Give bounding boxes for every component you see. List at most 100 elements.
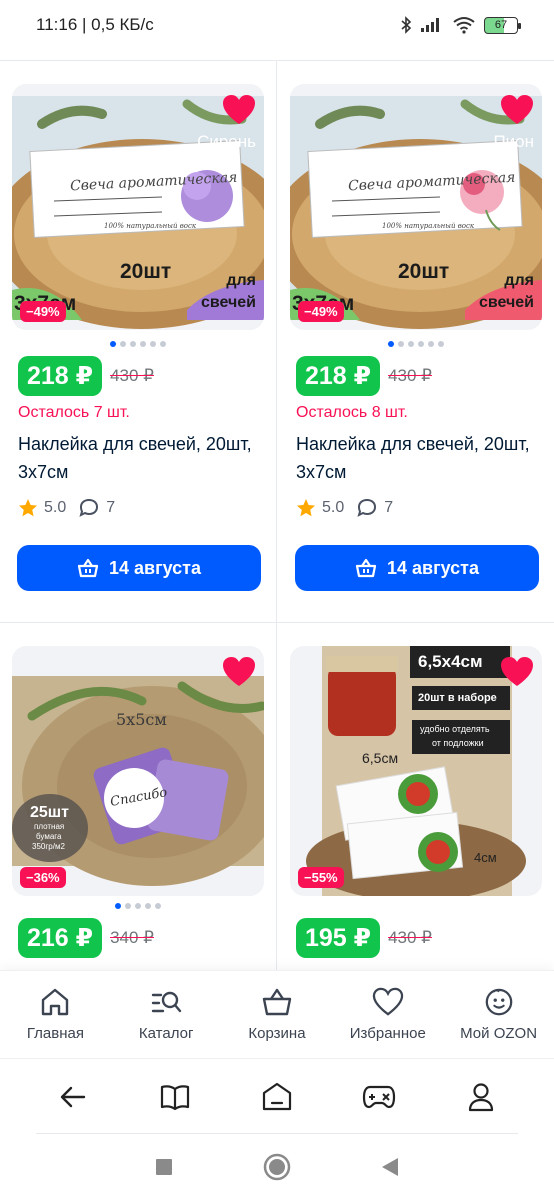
top-divider	[0, 60, 554, 61]
old-price: 430 ₽	[388, 928, 432, 947]
favorite-heart-icon[interactable]	[500, 94, 534, 126]
product-image[interactable]: Свеча ароматическая 100% натуральный вос…	[12, 84, 264, 330]
tab-label: Мой OZON	[460, 1025, 538, 1042]
count-text: 20шт	[398, 260, 450, 283]
profile-button[interactable]	[459, 1075, 503, 1119]
home-icon	[42, 988, 69, 1016]
price-row: 216 ₽ 340 ₽	[18, 918, 154, 958]
dimension-width: 6,5см	[362, 750, 399, 766]
product-image[interactable]: 6,5х4см 20шт в наборе удобно отделять от…	[290, 646, 542, 896]
size-text: 6,5х4см	[418, 652, 483, 671]
discount-badge: −49%	[20, 301, 66, 322]
rating-value: 5.0	[322, 499, 345, 516]
for-text-1: для	[504, 272, 534, 289]
reader-button[interactable]	[153, 1075, 197, 1119]
reviews-count: 7	[384, 499, 394, 516]
stock-left: Осталось 8 шт.	[296, 404, 408, 421]
old-price: 430 ₽	[110, 366, 154, 385]
column-divider	[276, 60, 277, 970]
discount-badge: −36%	[20, 867, 66, 888]
add-to-cart-button[interactable]: 14 августа	[295, 545, 539, 591]
product-image[interactable]: 5х5см Спасибо 25шт плотная бумага 350гр/…	[12, 646, 264, 896]
count-sub-1: плотная	[34, 822, 65, 831]
book-icon	[160, 1084, 190, 1110]
recents-square-icon[interactable]	[155, 1158, 173, 1176]
status-bar: 11:16 | 0,5 КБ/с 67	[0, 0, 554, 50]
tab-my-ozon[interactable]: Мой OZON	[443, 971, 554, 1058]
product-card[interactable]: 6,5х4см 20шт в наборе удобно отделять от…	[290, 646, 542, 970]
price-row: 218 ₽ 430 ₽	[296, 356, 432, 396]
delivery-date: 14 августа	[109, 557, 201, 578]
star-icon	[19, 499, 37, 517]
favorite-heart-icon[interactable]	[222, 94, 256, 126]
product-title[interactable]: Наклейка для свечей, 20шт, 3х7см	[296, 430, 536, 486]
tab-label: Корзина	[248, 1025, 306, 1042]
system-navigation-bar	[0, 1134, 554, 1200]
tab-label: Каталог	[138, 1025, 194, 1042]
for-text-2: свечей	[200, 294, 256, 311]
count-sub-2: бумага	[36, 832, 62, 841]
current-price: 195 ₽	[296, 918, 381, 958]
rating-value: 5.0	[44, 499, 67, 516]
star-icon	[297, 499, 315, 517]
rating-row: 5.0 7	[18, 498, 115, 518]
signal-icon	[421, 18, 439, 32]
current-price: 218 ₽	[18, 356, 103, 396]
games-button[interactable]	[357, 1075, 401, 1119]
tab-label: Главная	[26, 1025, 84, 1042]
browser-toolbar	[0, 1058, 554, 1134]
note-1: удобно отделять	[420, 724, 490, 734]
stock-left: Осталось 7 шт.	[18, 404, 130, 421]
tab-catalog[interactable]: Каталог	[111, 971, 222, 1058]
profile-smile-icon	[485, 988, 512, 1016]
tab-home[interactable]: Главная	[0, 971, 111, 1058]
favorite-heart-icon[interactable]	[222, 656, 256, 688]
back-arrow-icon	[60, 1086, 86, 1107]
product-card[interactable]: Свеча ароматическая 100% натуральный вос…	[290, 84, 542, 604]
image-pager-dots[interactable]	[12, 341, 264, 347]
user-icon	[468, 1082, 494, 1111]
product-image[interactable]: Свеча ароматическая 100% натуральный вос…	[290, 84, 542, 330]
size-text: 5х5см	[116, 710, 167, 729]
back-button[interactable]	[51, 1075, 95, 1119]
product-card[interactable]: 5х5см Спасибо 25шт плотная бумага 350гр/…	[12, 646, 264, 970]
status-icons: 67	[400, 16, 521, 34]
tab-favorites[interactable]: Избранное	[332, 971, 443, 1058]
label-small-text: 100% натуральный воск	[382, 222, 475, 230]
tab-cart[interactable]: Корзина	[222, 971, 333, 1058]
note-2: от подложки	[432, 738, 484, 748]
current-price: 218 ₽	[296, 356, 381, 396]
basket-icon	[262, 988, 292, 1016]
count-text: 25шт	[30, 804, 69, 821]
dimension-height: 4см	[474, 850, 497, 865]
home-tab-button[interactable]	[255, 1075, 299, 1119]
row-divider	[0, 622, 554, 623]
home-circle-icon[interactable]	[263, 1153, 291, 1181]
image-pager-dots[interactable]	[290, 341, 542, 347]
battery-level: 67	[494, 19, 508, 31]
current-price: 216 ₽	[18, 918, 103, 958]
price-row: 218 ₽ 430 ₽	[18, 356, 154, 396]
rating-row: 5.0 7	[296, 498, 393, 518]
back-triangle-icon[interactable]	[381, 1157, 399, 1177]
product-card[interactable]: Свеча ароматическая 100% натуральный вос…	[12, 84, 264, 604]
home-tab-icon	[262, 1082, 292, 1110]
image-pager-dots[interactable]	[12, 903, 264, 909]
bottom-tab-bar: Главная Каталог Корзина Избранное Мой OZ…	[0, 970, 554, 1058]
variant-name: Сирень	[197, 132, 256, 151]
heart-icon	[372, 987, 403, 1016]
count-text: 20шт в наборе	[418, 692, 497, 704]
product-title[interactable]: Наклейка для свечей, 20шт, 3х7см	[18, 430, 258, 486]
reviews-count: 7	[106, 499, 116, 516]
battery-icon: 67	[484, 16, 521, 34]
comment-icon	[357, 498, 377, 517]
status-time: 11:16 | 0,5 КБ/с	[36, 15, 154, 34]
gamepad-icon	[362, 1085, 396, 1108]
count-text: 20шт	[120, 260, 172, 283]
add-to-cart-button[interactable]: 14 августа	[17, 545, 261, 591]
label-small-text: 100% натуральный воск	[104, 222, 197, 230]
delivery-date: 14 августа	[387, 557, 479, 578]
old-price: 430 ₽	[388, 366, 432, 385]
ozon-product-grid-screen: 11:16 | 0,5 КБ/с 67 Свеча ароматическая …	[0, 0, 554, 1200]
favorite-heart-icon[interactable]	[500, 656, 534, 688]
